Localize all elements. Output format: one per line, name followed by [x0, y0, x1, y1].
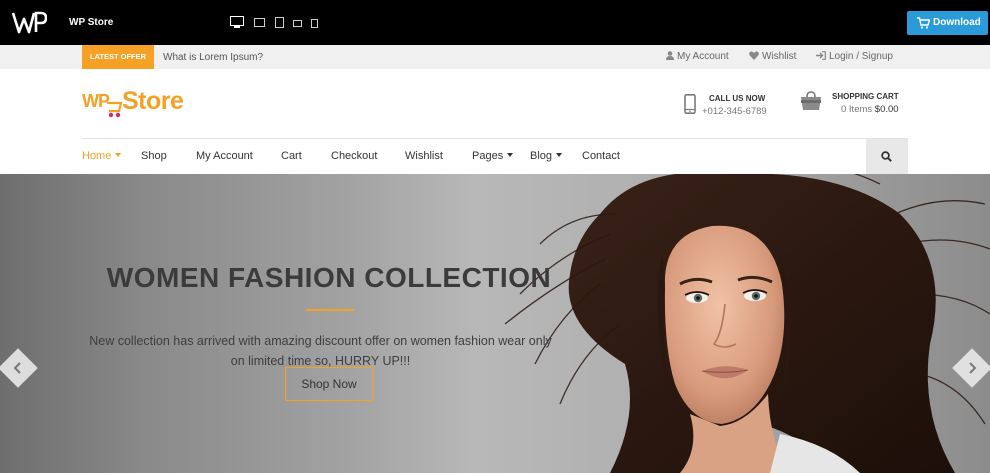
- chevron-left-icon: [13, 362, 21, 374]
- main-nav: Home Shop My Account Cart Checkout Wishl…: [82, 138, 908, 174]
- nav-blog-label: Blog: [530, 150, 553, 162]
- phone-portrait-icon[interactable]: [311, 19, 318, 28]
- login-icon: [816, 51, 826, 60]
- offer-text[interactable]: What is Lorem Ipsum?: [163, 52, 263, 63]
- top-strip: LATEST OFFER What is Lorem Ipsum? My Acc…: [0, 45, 990, 69]
- tablet-portrait-icon[interactable]: [275, 17, 284, 28]
- search-icon: [881, 151, 892, 162]
- nav-item-my-account[interactable]: My Account: [196, 150, 253, 162]
- nav-item-contact[interactable]: Contact: [582, 150, 620, 162]
- caret-down-icon: [507, 153, 514, 157]
- shopping-bag-icon: [801, 91, 821, 110]
- login-signup-label: Login / Signup: [829, 51, 893, 62]
- heart-icon: [749, 51, 759, 60]
- preview-title: WP Store: [69, 17, 114, 28]
- wishlist-link[interactable]: Wishlist: [749, 51, 796, 62]
- nav-item-cart[interactable]: Cart: [281, 150, 302, 162]
- hero-model-image: [504, 174, 990, 473]
- nav-home-label: Home: [82, 150, 112, 162]
- cart-summary: 0 Items $0.00: [841, 104, 899, 115]
- hero-divider: [306, 309, 354, 311]
- nav-item-shop[interactable]: Shop: [141, 150, 167, 162]
- search-button[interactable]: [866, 139, 908, 174]
- user-icon: [666, 51, 674, 60]
- nav-item-wishlist[interactable]: Wishlist: [405, 150, 443, 162]
- cart-total: $0.00: [874, 104, 899, 115]
- cart-items-count: 0 Items: [841, 104, 873, 115]
- wp-logo-icon[interactable]: [11, 8, 47, 38]
- hero-title: WOMEN FASHION COLLECTION: [106, 262, 552, 293]
- caret-down-icon: [556, 153, 563, 157]
- phone-landscape-icon[interactable]: [293, 20, 302, 27]
- logo-wp-text: WP: [82, 91, 110, 111]
- mobile-phone-icon: [684, 94, 696, 114]
- hero-description: New collection has arrived with amazing …: [89, 334, 552, 368]
- download-button[interactable]: Download: [907, 11, 988, 35]
- nav-item-blog[interactable]: Blog: [530, 150, 563, 162]
- download-label: Download: [933, 17, 981, 28]
- call-us-box: CALL US NOW +012-345-6789: [684, 91, 784, 121]
- call-us-number: +012-345-6789: [702, 106, 767, 117]
- desktop-stand: [234, 26, 240, 28]
- my-account-label: My Account: [677, 51, 729, 62]
- latest-offer-badge: LATEST OFFER: [82, 45, 154, 69]
- nav-item-checkout[interactable]: Checkout: [331, 150, 377, 162]
- preview-bar: WP Store Download: [0, 0, 990, 45]
- tablet-landscape-icon[interactable]: [254, 18, 265, 27]
- site-header: WP Store CALL US NOW +012-345-6789 SHOPP…: [0, 69, 990, 138]
- chevron-right-icon: [969, 362, 977, 374]
- shopping-cart-title: SHOPPING CART: [832, 92, 899, 101]
- logo-store-text: Store: [122, 87, 184, 115]
- site-logo[interactable]: WP Store: [82, 87, 192, 121]
- desktop-icon[interactable]: [230, 16, 244, 26]
- shopping-cart-box[interactable]: SHOPPING CART 0 Items $0.00: [798, 89, 903, 119]
- hero-slider: WOMEN FASHION COLLECTION New collection …: [0, 174, 990, 473]
- slider-next-button[interactable]: [952, 348, 990, 388]
- nav-item-pages[interactable]: Pages: [472, 150, 514, 162]
- caret-down-icon: [115, 153, 122, 157]
- cart-icon: [917, 17, 930, 29]
- nav-item-home[interactable]: Home: [82, 150, 122, 162]
- nav-pages-label: Pages: [472, 150, 504, 162]
- my-account-link[interactable]: My Account: [666, 51, 729, 62]
- call-us-title: CALL US NOW: [709, 94, 766, 103]
- wishlist-label: Wishlist: [762, 51, 797, 62]
- login-signup-link[interactable]: Login / Signup: [816, 51, 893, 62]
- shop-now-button[interactable]: Shop Now: [285, 367, 373, 401]
